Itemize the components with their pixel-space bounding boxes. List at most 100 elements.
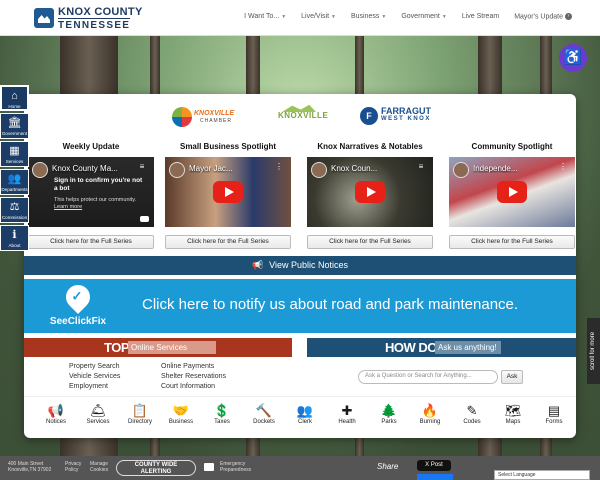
quicklink-business[interactable]: 🤝 Business xyxy=(161,403,201,427)
signin-notice-title: Sign in to confirm you're not a bot xyxy=(54,177,143,192)
form-icon: ▤ xyxy=(547,403,561,418)
public-notices-label: View Public Notices xyxy=(269,260,349,270)
seeclickfix-name: SeeClickFix xyxy=(49,316,107,327)
chamber-logo-text: KNOXVILLE xyxy=(194,110,235,117)
x-post-button[interactable]: X Post xyxy=(417,460,451,471)
video-player[interactable]: Independe... ⋮ xyxy=(449,157,575,227)
county-wide-alerting-link[interactable]: COUNTY WIDE ALERTING xyxy=(116,460,196,476)
video-column-small-business: Small Business Spotlight Mayor Jac... ⋮ … xyxy=(165,142,291,249)
video-player[interactable]: Mayor Jac... ⋮ xyxy=(165,157,291,227)
grid-icon: ▦ xyxy=(9,145,20,157)
links-column: Property Search Vehicle Services Employm… xyxy=(69,362,120,392)
more-options-icon[interactable]: ⋮ xyxy=(275,163,283,171)
ask-us-anything-label: Ask us anything! xyxy=(435,341,501,354)
address-line: Knoxville,TN 37902 xyxy=(8,467,52,473)
farragut-logo-subtext: WEST KNOX xyxy=(381,116,431,122)
court-information-link[interactable]: Court Information xyxy=(161,382,226,392)
seeclickfix-logo: SeeClickFix xyxy=(40,280,116,329)
sidebar-item-services[interactable]: ▦ Services xyxy=(0,141,29,167)
nav-live-visit[interactable]: Live/Visit ▼ xyxy=(301,13,336,20)
more-options-icon[interactable]: ⋮ xyxy=(559,163,567,171)
play-icon[interactable] xyxy=(213,181,243,203)
top-online-services-header: TOP Online Services xyxy=(24,338,292,357)
seeclickfix-banner[interactable]: SeeClickFix Click here to notify us abou… xyxy=(24,279,576,333)
video-section-title: Small Business Spotlight xyxy=(179,142,276,151)
ask-button[interactable]: Ask xyxy=(501,370,523,384)
nav-government[interactable]: Government ▼ xyxy=(401,13,446,20)
nav-business[interactable]: Business ▼ xyxy=(351,13,386,20)
site-logo[interactable]: KNOX COUNTY TENNESSEE xyxy=(34,6,142,32)
knoxville-chamber-logo[interactable]: KNOXVILLE CHAMBER xyxy=(172,104,244,130)
privacy-link-line: Policy xyxy=(65,467,79,473)
full-series-button[interactable]: Click here for the Full Series xyxy=(449,235,575,249)
property-search-link[interactable]: Property Search xyxy=(69,362,120,372)
ask-question-input[interactable]: Ask a Question or Search for Anything... xyxy=(358,370,498,384)
quicklink-label: Forms xyxy=(545,419,563,425)
logo-title: KNOX COUNTY xyxy=(58,6,143,18)
site-header: KNOX COUNTY TENNESSEE I Want To... ▼ Live… xyxy=(0,0,600,36)
farragut-circle-icon: F xyxy=(360,107,378,125)
manage-cookies-link[interactable]: Manage Cookies xyxy=(90,461,108,473)
language-select[interactable]: Select Language xyxy=(494,470,590,480)
nav-i-want-to[interactable]: I Want To... ▼ xyxy=(244,13,286,20)
full-series-button[interactable]: Click here for the Full Series xyxy=(28,235,154,249)
nav-live-stream[interactable]: Live Stream xyxy=(462,13,499,20)
users-icon: 👥 xyxy=(296,403,314,418)
quicklink-burning[interactable]: 🔥 Burning xyxy=(410,403,450,427)
quicklink-maps[interactable]: 🗺 Maps xyxy=(493,403,533,427)
emergency-preparedness-link[interactable]: Emergency Preparedness xyxy=(220,461,251,473)
quicklink-directory[interactable]: 📋 Directory xyxy=(120,403,160,427)
quicklink-taxes[interactable]: 💲 Taxes xyxy=(202,403,242,427)
chamber-circle-icon xyxy=(172,107,192,127)
nav-mayors-update[interactable]: Mayor's Update › xyxy=(514,13,572,20)
quicklink-label: Parks xyxy=(381,419,397,425)
quicklink-label: Burning xyxy=(419,419,441,425)
sidebar-item-home[interactable]: ⌂ Home xyxy=(0,85,29,111)
quicklink-dockets[interactable]: 🔨 Dockets xyxy=(244,403,284,427)
play-icon[interactable] xyxy=(497,181,527,203)
quicklink-notices[interactable]: 📢 Notices xyxy=(36,403,76,427)
sidebar-item-commission[interactable]: ⚖ Commission xyxy=(0,197,29,223)
facebook-share-button[interactable] xyxy=(417,474,453,480)
farragut-west-knox-logo[interactable]: F FARRAGUT WEST KNOX xyxy=(360,104,450,130)
sidebar-item-government[interactable]: 🏛 Government xyxy=(0,113,29,139)
channel-avatar xyxy=(32,162,48,178)
view-public-notices-button[interactable]: 📢 View Public Notices xyxy=(24,256,576,275)
learn-more-link[interactable]: Learn more xyxy=(54,204,82,210)
employment-link[interactable]: Employment xyxy=(69,382,120,392)
shelter-reservations-link[interactable]: Shelter Reservations xyxy=(161,372,226,382)
quicklink-parks[interactable]: 🌲 Parks xyxy=(369,403,409,427)
sidebar-item-label: Services xyxy=(5,159,24,164)
full-series-button[interactable]: Click here for the Full Series xyxy=(165,235,291,249)
how-do-i-header: HOW DO I Ask us anything! xyxy=(307,338,576,357)
quicklink-codes[interactable]: ✎ Codes xyxy=(452,403,492,427)
chamber-logo-subtext: CHAMBER xyxy=(200,118,233,124)
links-column: Online Payments Shelter Reservations Cou… xyxy=(161,362,226,392)
logo-badge-icon xyxy=(34,8,54,28)
accessibility-button[interactable]: ♿ xyxy=(559,44,587,72)
play-icon[interactable] xyxy=(355,181,385,203)
scroll-for-more-tab[interactable]: scroll for more xyxy=(587,318,600,384)
sidebar-item-departments[interactable]: 👥 Departments xyxy=(0,169,29,195)
signin-notice-body: This helps protect our community. Learn … xyxy=(54,197,137,210)
video-player[interactable]: Knox County Ma... ≡ Sign in to confirm y… xyxy=(28,157,154,227)
quicklink-clerk[interactable]: 👥 Clerk xyxy=(285,403,325,427)
vehicle-services-link[interactable]: Vehicle Services xyxy=(69,372,120,382)
quicklink-services[interactable]: 🛎 Services xyxy=(78,403,118,427)
quicklink-forms[interactable]: ▤ Forms xyxy=(534,403,574,427)
truck-icon xyxy=(204,463,214,471)
accessibility-icon: ♿ xyxy=(563,49,583,66)
main-card: KNOXVILLE CHAMBER KNOXVILLE F FARRAGUT W… xyxy=(24,94,576,438)
visit-knoxville-logo[interactable]: KNOXVILLE xyxy=(278,104,328,130)
full-series-button[interactable]: Click here for the Full Series xyxy=(307,235,433,249)
online-payments-link[interactable]: Online Payments xyxy=(161,362,226,372)
dollar-icon: 💲 xyxy=(213,403,231,418)
playlist-icon[interactable]: ≡ xyxy=(138,163,146,171)
privacy-policy-link[interactable]: Privacy Policy xyxy=(65,461,81,473)
quicklink-health[interactable]: ✚ Health xyxy=(327,403,367,427)
quicklink-label: Directory xyxy=(127,419,152,425)
sidebar-item-about[interactable]: ℹ About xyxy=(0,225,29,251)
footer-address: 400 Main Street Knoxville,TN 37902 xyxy=(8,461,51,473)
video-player[interactable]: Knox Coun... ≡ xyxy=(307,157,433,227)
playlist-icon[interactable]: ≡ xyxy=(417,163,425,171)
